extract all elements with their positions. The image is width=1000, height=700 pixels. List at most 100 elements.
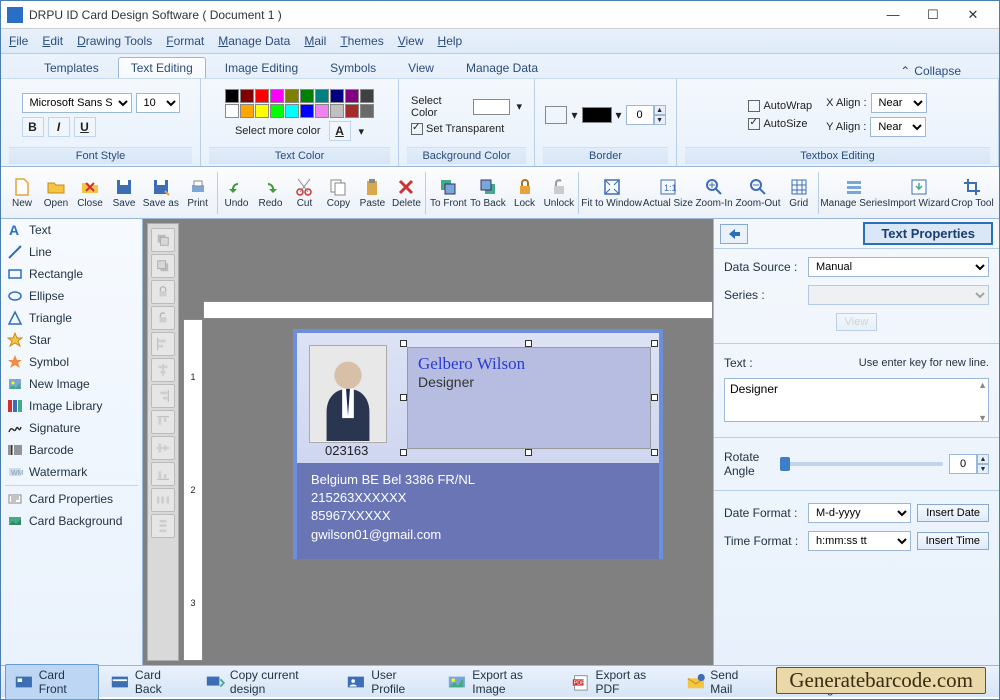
collapse-button[interactable]: ⌃ Collapse [900,64,969,78]
bring-forward-icon[interactable] [151,228,175,252]
insert-time-button[interactable]: Insert Time [917,532,989,550]
color-swatch[interactable] [315,89,329,103]
italic-button[interactable]: I [48,117,70,137]
toolbar-undo[interactable]: Undo [219,175,253,211]
toolbar-save-as[interactable]: Save as [141,175,181,211]
bottom-send-mail[interactable]: Send Mail [677,664,768,700]
toolbar-to-front[interactable]: To Front [428,175,468,211]
menu-file[interactable]: File [9,34,28,48]
rotate-spinner[interactable]: ▲▼ [949,454,989,474]
lock-icon[interactable] [151,280,175,304]
color-swatch[interactable] [240,89,254,103]
color-swatch[interactable] [285,104,299,118]
autowrap-checkbox[interactable] [748,100,760,112]
tool-text[interactable]: AText [1,219,142,241]
toolbar-open[interactable]: Open [39,175,73,211]
menu-themes[interactable]: Themes [340,34,383,48]
datefmt-select[interactable]: M-d-yyyy [808,503,911,523]
color-swatch[interactable] [300,104,314,118]
xalign-select[interactable]: Near [871,93,927,113]
tool-signature[interactable]: Signature [1,417,142,439]
bottom-card-back[interactable]: Card Back [101,664,194,700]
tool-new-image[interactable]: New Image [1,373,142,395]
toolbar-delete[interactable]: Delete [389,175,423,211]
tool-watermark[interactable]: WMWatermark [1,461,142,483]
tool-ellipse[interactable]: Ellipse [1,285,142,307]
toolbar-redo[interactable]: Redo [253,175,287,211]
color-swatch[interactable] [255,89,269,103]
align-right-icon[interactable] [151,384,175,408]
tool-line[interactable]: Line [1,241,142,263]
scroll-up-icon[interactable]: ▲ [978,380,987,390]
color-swatch[interactable] [300,89,314,103]
tool-rectangle[interactable]: Rectangle [1,263,142,285]
ribbon-tab-manage-data[interactable]: Manage Data [453,57,551,78]
font-family-select[interactable]: Microsoft Sans S [22,93,132,113]
toolbar-actual-size[interactable]: 1:1Actual Size [642,175,694,211]
menu-view[interactable]: View [398,34,424,48]
tool-barcode[interactable]: Barcode [1,439,142,461]
ribbon-tab-view[interactable]: View [395,57,447,78]
tool-card-background[interactable]: Card Background [1,510,142,532]
align-left-icon[interactable] [151,332,175,356]
yalign-select[interactable]: Near [870,117,926,137]
toolbar-manage-series[interactable]: Manage Series [821,175,888,211]
tool-image-library[interactable]: Image Library [1,395,142,417]
color-swatch[interactable] [225,104,239,118]
tool-triangle[interactable]: Triangle [1,307,142,329]
distribute-v-icon[interactable] [151,514,175,538]
dropdown-icon[interactable]: ▾ [359,125,365,138]
dropdown-icon[interactable]: ▾ [516,100,522,113]
bold-button[interactable]: B [22,117,44,137]
color-swatch[interactable] [360,104,374,118]
datasource-select[interactable]: Manual [808,257,989,277]
align-bottom-icon[interactable] [151,462,175,486]
distribute-h-icon[interactable] [151,488,175,512]
card-photo[interactable] [309,345,387,443]
rotate-slider[interactable] [780,462,943,466]
back-button[interactable] [720,224,748,244]
toolbar-import-wizard[interactable]: Import Wizard [887,175,949,211]
ribbon-tab-image-editing[interactable]: Image Editing [212,57,311,78]
toolbar-crop-tool[interactable]: Crop Tool [950,175,995,211]
align-middle-icon[interactable] [151,436,175,460]
transparent-checkbox[interactable] [411,123,423,135]
color-swatch[interactable] [285,89,299,103]
color-swatch[interactable] [330,89,344,103]
color-swatch[interactable] [270,89,284,103]
color-swatch[interactable] [255,104,269,118]
canvas-area[interactable]: 123 Gelbero Wilson Designer [183,219,713,665]
color-swatch[interactable] [345,104,359,118]
send-backward-icon[interactable] [151,254,175,278]
toolbar-grid[interactable]: Grid [782,175,816,211]
insert-date-button[interactable]: Insert Date [917,504,989,522]
bottom-export-as-image[interactable]: Export as Image [438,664,559,700]
font-size-select[interactable]: 10 [136,93,180,113]
close-button[interactable]: ✕ [953,4,993,26]
color-swatch[interactable] [225,89,239,103]
maximize-button[interactable]: ☐ [913,4,953,26]
bottom-export-as-pdf[interactable]: PDFExport as PDF [562,664,675,700]
border-color-swatch[interactable] [582,107,612,123]
toolbar-cut[interactable]: Cut [287,175,321,211]
toolbar-close[interactable]: Close [73,175,107,211]
color-swatch[interactable] [315,104,329,118]
align-center-icon[interactable] [151,358,175,382]
toolbar-unlock[interactable]: Unlock [542,175,577,211]
bottom-user-profile[interactable]: User Profile [337,664,436,700]
toolbar-lock[interactable]: Lock [508,175,542,211]
border-width-input[interactable] [626,105,654,125]
toolbar-save[interactable]: Save [107,175,141,211]
unlock-icon[interactable] [151,306,175,330]
id-card[interactable]: Gelbero Wilson Designer 023163 Belgium B… [293,329,663,559]
border-width-spinner[interactable]: ▲▼ [626,105,666,125]
color-swatch[interactable] [270,104,284,118]
autosize-checkbox[interactable] [748,118,760,130]
toolbar-new[interactable]: New [5,175,39,211]
tool-star[interactable]: Star [1,329,142,351]
toolbar-to-back[interactable]: To Back [468,175,507,211]
card-text-selected[interactable]: Gelbero Wilson Designer [407,347,651,449]
color-swatches[interactable] [225,89,374,118]
border-style-button[interactable] [545,106,567,124]
color-swatch[interactable] [360,89,374,103]
